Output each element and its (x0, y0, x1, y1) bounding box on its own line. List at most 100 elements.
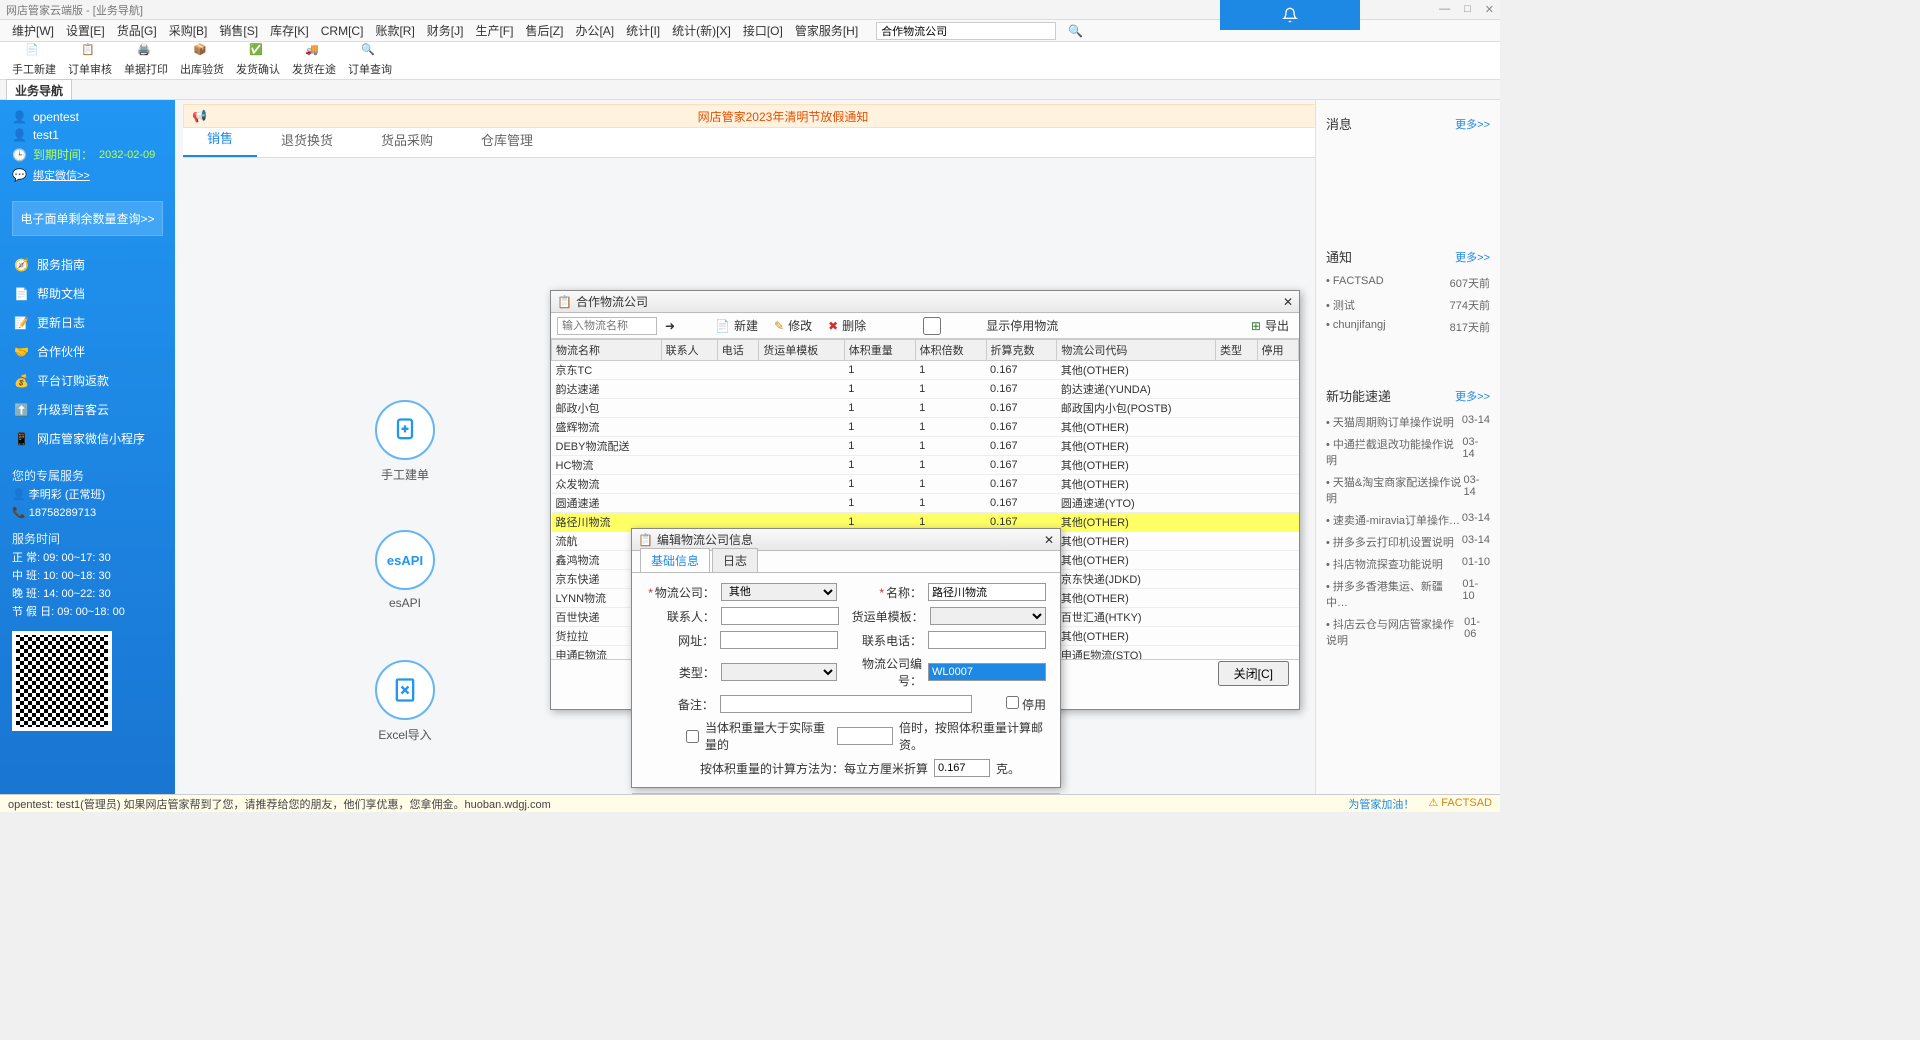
grid-row[interactable]: 圆通速递110.167圆通速递(YTO) (552, 494, 1299, 513)
grid-row[interactable]: 邮政小包110.167邮政国内小包(POSTB) (552, 399, 1299, 418)
menu-item[interactable]: 统计(新)[X] (668, 20, 735, 41)
notification-bell-area[interactable] (1220, 0, 1360, 30)
tab-log[interactable]: 日志 (712, 548, 758, 572)
notice-row[interactable]: • 测试774天前 (1326, 294, 1490, 316)
notice-row[interactable]: • chunjifangj817天前 (1326, 316, 1490, 338)
toolbar-confirm[interactable]: ✅发货确认 (236, 43, 280, 77)
sidebar-link-changelog[interactable]: 📝更新日志 (0, 308, 175, 337)
feat-row[interactable]: • 拼多多云打印机设置说明03-14 (1326, 531, 1490, 553)
grid-header[interactable]: 体积倍数 (915, 340, 986, 361)
logistics-search-input[interactable] (557, 317, 657, 335)
name-input[interactable] (928, 583, 1046, 601)
status-fact[interactable]: ⚠ FACTSAD (1428, 796, 1492, 812)
edit-button[interactable]: ✎修改 (770, 317, 816, 334)
url-input[interactable] (720, 631, 838, 649)
sidebar-link-guide[interactable]: 🧭服务指南 (0, 250, 175, 279)
new-button[interactable]: 📄新建 (711, 317, 762, 334)
menu-item[interactable]: 设置[E] (62, 20, 109, 41)
toolbar-audit[interactable]: 📋订单审核 (68, 43, 112, 77)
feat-row[interactable]: • 拼多多香港集运、新疆中…01-10 (1326, 575, 1490, 613)
grid-row[interactable]: DEBY物流配送110.167其他(OTHER) (552, 437, 1299, 456)
search-icon[interactable]: 🔍 (1064, 22, 1087, 40)
menu-item[interactable]: CRM[C] (317, 22, 368, 40)
contact-input[interactable] (721, 607, 839, 625)
dialog-close[interactable]: ✕ (1044, 533, 1054, 547)
sidebar-link-rebate[interactable]: 💰平台订购返款 (0, 366, 175, 395)
grid-header[interactable]: 停用 (1257, 340, 1299, 361)
menu-item[interactable]: 库存[K] (266, 20, 313, 41)
grid-header[interactable]: 物流公司代码 (1057, 340, 1216, 361)
menu-item[interactable]: 统计[I] (622, 20, 664, 41)
menu-item[interactable]: 办公[A] (571, 20, 618, 41)
menu-item[interactable]: 货品[G] (113, 20, 161, 41)
code-input[interactable] (928, 663, 1046, 681)
sidebar-link-upgrade[interactable]: ⬆️升级到吉客云 (0, 395, 175, 424)
toolbar-query[interactable]: 🔍订单查询 (348, 43, 392, 77)
type-select[interactable] (721, 663, 837, 681)
grid-row[interactable]: 众发物流110.167其他(OTHER) (552, 475, 1299, 494)
template-select[interactable] (930, 607, 1046, 625)
waybill-balance-button[interactable]: 电子面单剩余数量查询>> (12, 201, 163, 236)
export-button[interactable]: ⊞导出 (1247, 317, 1293, 334)
flow-node-esapi[interactable]: esAPI esAPI (375, 530, 435, 610)
show-disabled-checkbox[interactable]: 显示停用物流 (878, 317, 1062, 335)
menu-item[interactable]: 售后[Z] (521, 20, 567, 41)
global-search-input[interactable] (876, 22, 1056, 40)
notice-more[interactable]: 更多>> (1455, 249, 1490, 265)
bind-wechat-link[interactable]: 绑定微信>> (33, 167, 90, 183)
sidebar-link-miniapp[interactable]: 📱网店管家微信小程序 (0, 424, 175, 453)
grid-row[interactable]: 京东TC110.167其他(OTHER) (552, 361, 1299, 380)
grid-header[interactable]: 类型 (1216, 340, 1257, 361)
toolbar-print[interactable]: 🖨️单据打印 (124, 43, 168, 77)
tab-basic[interactable]: 基础信息 (640, 548, 710, 572)
grid-header[interactable]: 联系人 (661, 340, 717, 361)
grid-row[interactable]: 盛辉物流110.167其他(OTHER) (552, 418, 1299, 437)
menu-item[interactable]: 账款[R] (371, 20, 418, 41)
menu-item[interactable]: 财务[J] (423, 20, 468, 41)
grid-header[interactable]: 物流名称 (552, 340, 662, 361)
flow-node-manual[interactable]: 手工建单 (375, 400, 435, 483)
search-go-icon[interactable]: ➜ (665, 319, 675, 333)
menu-item[interactable]: 接口[O] (739, 20, 787, 41)
msg-more[interactable]: 更多>> (1455, 116, 1490, 132)
calc-input[interactable] (934, 759, 990, 777)
menu-item[interactable]: 生产[F] (471, 20, 517, 41)
menu-item[interactable]: 采购[B] (165, 20, 212, 41)
toolbar-outbound[interactable]: 📦出库验货 (180, 43, 224, 77)
feat-row[interactable]: • 中通拦截退改功能操作说明03-14 (1326, 433, 1490, 471)
menu-item[interactable]: 销售[S] (215, 20, 262, 41)
delete-button[interactable]: ✖删除 (824, 317, 870, 334)
announcement-bar[interactable]: 📢 网店管家2023年清明节放假通知 网 (183, 104, 1360, 128)
toolbar-transit[interactable]: 🚚发货在途 (292, 43, 336, 77)
menu-item[interactable]: 管家服务[H] (791, 20, 862, 41)
feat-row[interactable]: • 天猫&淘宝商家配送操作说明03-14 (1326, 471, 1490, 509)
window-minimize[interactable]: — (1439, 3, 1450, 16)
feat-row[interactable]: • 天猫周期购订单操作说明03-14 (1326, 411, 1490, 433)
window-close[interactable]: ✕ (1485, 3, 1494, 16)
notice-row[interactable]: • FACTSAD607天前 (1326, 272, 1490, 294)
grid-header[interactable]: 货运单模板 (759, 340, 845, 361)
toolbar-new[interactable]: 📄手工新建 (12, 43, 56, 77)
sidebar-link-partner[interactable]: 🤝合作伙伴 (0, 337, 175, 366)
grid-row[interactable]: HC物流110.167其他(OTHER) (552, 456, 1299, 475)
grid-header[interactable]: 电话 (717, 340, 758, 361)
vol-factor-input[interactable] (837, 727, 893, 745)
menu-item[interactable]: 维护[W] (8, 20, 58, 41)
list-close-button[interactable]: 关闭[C] (1218, 661, 1289, 686)
grid-header[interactable]: 体积重量 (844, 340, 915, 361)
grid-header[interactable]: 折算克数 (986, 340, 1057, 361)
feat-row[interactable]: • 抖店物流探查功能说明01-10 (1326, 553, 1490, 575)
remark-input[interactable] (720, 695, 972, 713)
dialog-close[interactable]: ✕ (1283, 295, 1293, 309)
nav-tab-active[interactable]: 业务导航 (6, 79, 72, 101)
window-maximize[interactable]: □ (1464, 3, 1471, 16)
status-cheer[interactable]: 为管家加油！ (1348, 796, 1414, 812)
tel-input[interactable] (928, 631, 1046, 649)
feat-row[interactable]: • 速卖通-miravia订单操作…03-14 (1326, 509, 1490, 531)
volume-checkbox[interactable] (686, 730, 699, 743)
company-select[interactable]: 其他 (721, 583, 837, 601)
grid-row[interactable]: 韵达速递110.167韵达速递(YUNDA) (552, 380, 1299, 399)
sidebar-link-help[interactable]: 📄帮助文档 (0, 279, 175, 308)
flow-node-excel[interactable]: Excel导入 (375, 660, 435, 743)
disable-checkbox[interactable]: 停用 (978, 696, 1046, 713)
